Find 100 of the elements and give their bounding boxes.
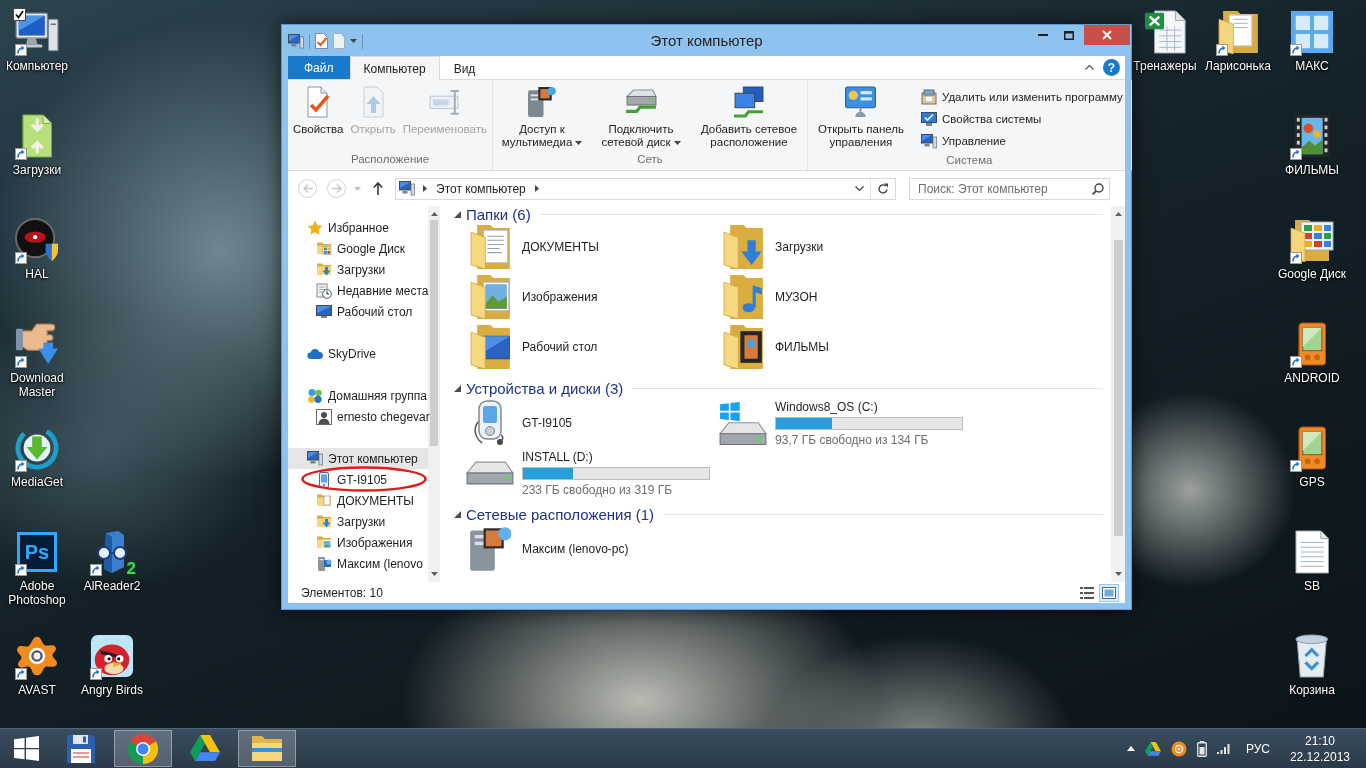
scrollbar[interactable] <box>428 206 440 582</box>
folder-item[interactable]: Загрузки <box>719 222 824 272</box>
ribbon-link-button[interactable]: Управление <box>919 130 1125 152</box>
checkbox-icon[interactable] <box>13 8 26 21</box>
triangle-logo-icon[interactable] <box>1144 741 1161 756</box>
caret-down-icon[interactable] <box>575 140 583 145</box>
chevron-down-icon[interactable] <box>855 186 864 191</box>
caret-down-icon[interactable] <box>1114 572 1122 576</box>
ribbon-link-button[interactable]: Удалить или изменить программу <box>919 86 1125 108</box>
group-heading: Папки (6) <box>466 205 531 223</box>
control-panel-icon <box>845 86 877 118</box>
folder-item[interactable]: ФИЛЬМЫ <box>719 322 829 372</box>
nav-item[interactable]: Избранное <box>288 217 428 238</box>
nav-item[interactable]: ДОКУМЕНТЫ <box>288 490 428 511</box>
caret-up-icon[interactable] <box>430 212 438 216</box>
caret-down-icon[interactable] <box>350 39 357 43</box>
nav-item[interactable]: Загрузки <box>288 259 428 280</box>
ribbon-button[interactable]: Свойства <box>290 85 347 136</box>
signal-bars-icon[interactable] <box>1216 743 1230 754</box>
help-button[interactable]: ? <box>1103 59 1120 76</box>
ribbon-button[interactable]: Открыть панель управления <box>810 85 912 149</box>
close-button[interactable] <box>1084 25 1130 45</box>
desktop-shortcut[interactable]: Google Диск <box>1277 213 1347 281</box>
desktop-shortcut[interactable]: ФИЛЬМЫ <box>1285 109 1339 177</box>
search-field[interactable]: Поиск: Этот компьютер <box>909 177 1110 200</box>
nav-item[interactable]: Изображения <box>288 532 428 553</box>
collapse-triangle-icon[interactable] <box>454 210 461 218</box>
desktop-shortcut[interactable]: Ps Adobe Photoshop <box>0 525 75 607</box>
collapse-triangle-icon[interactable] <box>454 384 461 392</box>
ribbon-button[interactable]: Подключить сетевой диск <box>590 85 692 149</box>
desktop-shortcut[interactable]: 2 AlReader2 <box>83 525 141 593</box>
nav-item[interactable]: Загрузки <box>288 511 428 532</box>
language-indicator[interactable]: РУС <box>1239 741 1274 756</box>
desktop-shortcut[interactable]: AVAST <box>13 629 61 697</box>
desktop-shortcut[interactable]: Angry Birds <box>81 629 143 697</box>
nav-item[interactable]: Этот компьютер <box>288 448 428 469</box>
breadcrumb-item[interactable]: Этот компьютер <box>427 181 535 196</box>
nav-item[interactable]: Недавние места <box>288 280 428 301</box>
desktop-shortcut[interactable]: ANDROID <box>1284 317 1340 385</box>
film-strip-icon <box>1293 114 1331 158</box>
folder-item[interactable]: ДОКУМЕНТЫ <box>466 222 599 272</box>
scrollbar[interactable] <box>1111 206 1125 582</box>
chevron-right-icon[interactable] <box>423 185 427 192</box>
desktop-shortcut[interactable]: MediaGet <box>11 421 63 489</box>
ribbon-button[interactable]: Добавить сетевое расположение <box>693 85 805 149</box>
scrollbar-thumb[interactable] <box>430 220 438 446</box>
media-device-icon <box>468 526 512 572</box>
tiles-icon <box>1290 10 1334 54</box>
balls-cluster-icon <box>307 387 323 404</box>
caret-up-icon[interactable] <box>1085 65 1094 70</box>
scrollbar-thumb[interactable] <box>1113 240 1123 536</box>
ribbon-tab[interactable]: Вид <box>439 56 490 80</box>
folder-item[interactable]: Изображения <box>466 272 598 322</box>
maximize-icon <box>1064 30 1074 40</box>
ribbon-link-button[interactable]: Свойства системы <box>919 108 1125 130</box>
caret-down-icon[interactable] <box>673 140 681 145</box>
desktop-shortcut[interactable]: Download Master <box>0 317 75 399</box>
desktop-shortcut[interactable]: GPS <box>1288 421 1336 489</box>
eye-shield-icon <box>15 218 59 262</box>
drive-name[interactable]: INSTALL (D:) <box>522 449 593 464</box>
folder-item[interactable]: МУЗОН <box>719 272 818 322</box>
desktop-shortcut[interactable]: Компьютер <box>5 5 69 73</box>
desktop-shortcut[interactable]: Тренажеры <box>1133 5 1197 73</box>
desktop-shortcut[interactable]: HAL <box>13 213 61 281</box>
caret-up-icon[interactable] <box>1126 746 1135 751</box>
nav-item[interactable]: GT-I9105 <box>288 469 428 490</box>
chevron-right-icon[interactable] <box>534 185 539 192</box>
nav-item[interactable]: Google Диск <box>288 238 428 259</box>
network-location-item[interactable]: Максим (lenovo-pc) <box>466 524 629 574</box>
ring-logo-icon[interactable] <box>1170 740 1187 757</box>
drive-name[interactable]: Windows8_OS (C:) <box>775 399 878 414</box>
desktop-shortcut[interactable]: Ларисонька <box>1205 5 1271 73</box>
folder-item[interactable]: Рабочий стол <box>466 322 598 372</box>
document-check-icon[interactable] <box>315 33 328 49</box>
hand-arrow-icon <box>15 323 59 365</box>
ribbon-tab[interactable]: Компьютер <box>349 56 440 80</box>
desktop-shortcut[interactable]: Корзина <box>1288 629 1336 697</box>
media-server-icon <box>527 86 557 118</box>
nav-item[interactable]: SkyDrive <box>288 343 428 364</box>
desktop-shortcut[interactable]: МАКС <box>1288 5 1336 73</box>
media-device-icon <box>316 555 332 572</box>
view-button[interactable] <box>1099 583 1119 602</box>
desktop-shortcut[interactable]: Загрузки <box>12 109 62 177</box>
nav-item[interactable]: ernesto chegevar <box>288 406 428 427</box>
caret-down-icon[interactable] <box>430 572 438 576</box>
taskbar-button[interactable] <box>114 730 172 767</box>
caret-up-icon[interactable] <box>1114 212 1122 216</box>
collapse-triangle-icon[interactable] <box>454 510 461 518</box>
nav-item[interactable]: Домашняя группа <box>288 385 428 406</box>
ribbon-button[interactable]: Доступ к мультимедиа <box>495 85 589 149</box>
address-bar[interactable]: Этот компьютер <box>395 177 896 200</box>
nav-item[interactable]: Рабочий стол <box>288 301 428 322</box>
user-silhouette-icon <box>316 408 332 425</box>
clock[interactable]: 21:10 22.12.2013 <box>1283 732 1356 765</box>
device-item[interactable]: GT-I9105 <box>466 398 573 448</box>
nav-item[interactable]: Максим (lenovo <box>288 553 428 574</box>
computer-icon[interactable] <box>288 33 304 49</box>
battery-icon[interactable] <box>1196 740 1207 757</box>
desktop-shortcut[interactable]: SB <box>1288 525 1336 593</box>
file-tab[interactable]: Файл <box>288 56 350 79</box>
